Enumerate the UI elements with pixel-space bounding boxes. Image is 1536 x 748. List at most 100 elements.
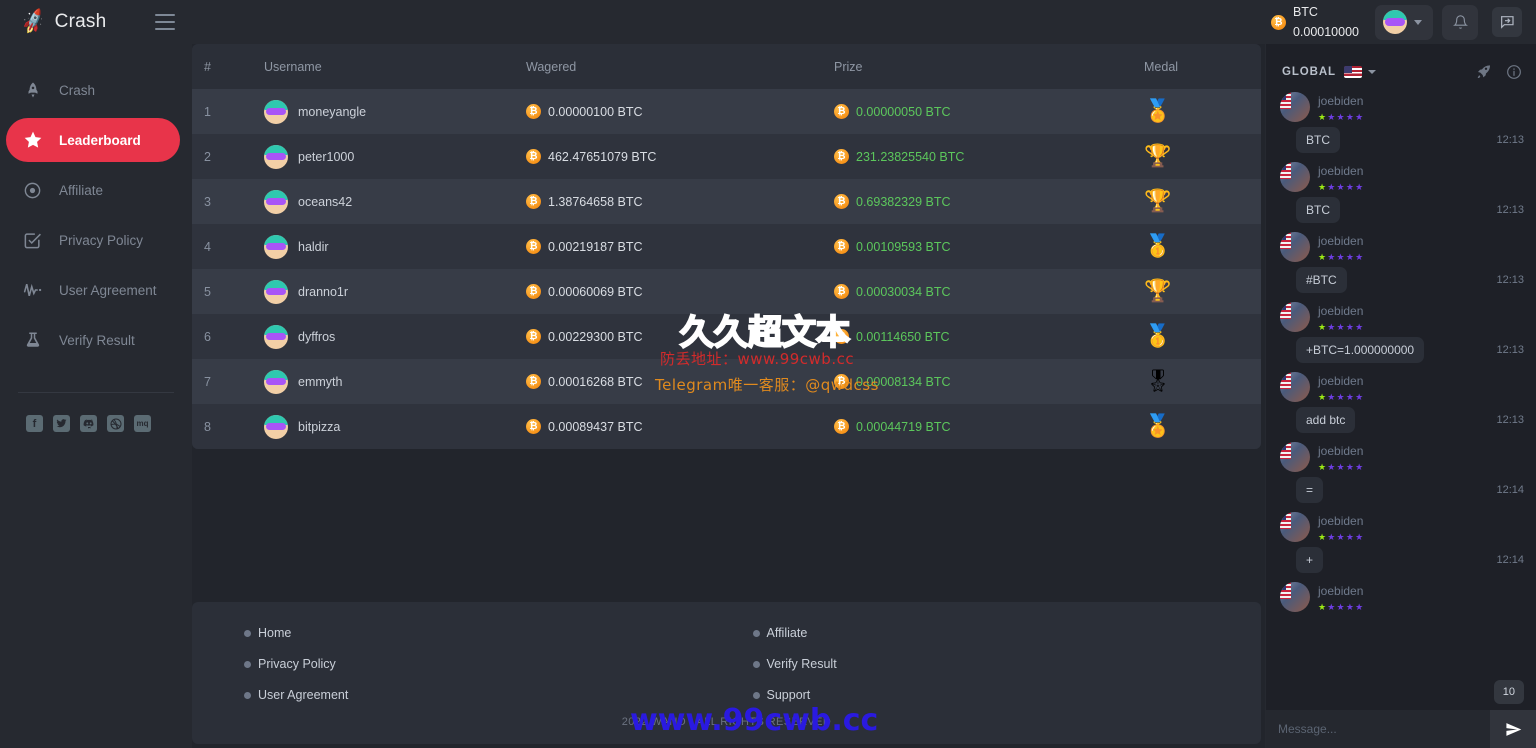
footer-link[interactable]: Support: [752, 688, 1262, 702]
chat-username[interactable]: joebiden: [1318, 374, 1363, 388]
chat-bubble: BTC: [1296, 127, 1340, 153]
chat-username[interactable]: joebiden: [1318, 234, 1363, 248]
sidebar-item-user-agreement[interactable]: User Agreement: [6, 268, 180, 312]
chat-username[interactable]: joebiden: [1318, 584, 1363, 598]
cell-rank: 6: [204, 329, 211, 344]
discord-icon[interactable]: [80, 415, 97, 432]
dribbble-icon[interactable]: [107, 415, 124, 432]
username-label: peter1000: [298, 149, 355, 164]
cell-prize: ₿ 0.69382329 BTC: [834, 179, 1144, 224]
bullet-icon: [752, 691, 760, 699]
twitter-icon[interactable]: [53, 415, 70, 432]
chat-message: joebiden ★★★★★ BTC 12:13: [1280, 162, 1524, 223]
avatar[interactable]: [1280, 442, 1310, 472]
chat-message-row: BTC 12:13: [1280, 197, 1524, 223]
cell-wagered: ₿ 1.38764658 BTC: [526, 179, 834, 224]
sidebar-item-crash[interactable]: Crash: [6, 68, 180, 112]
avatar[interactable]: [1280, 582, 1310, 612]
chat-input-bar: [1266, 710, 1536, 748]
chat-message: joebiden ★★★★★ BTC 12:13: [1280, 92, 1524, 153]
footer-link[interactable]: Home: [244, 626, 753, 640]
unread-badge[interactable]: 10: [1493, 680, 1524, 704]
table-row[interactable]: 1 moneyangle ₿ 0.00000100 BTC ₿ 0.00000050 BT…: [192, 89, 1261, 134]
table-row[interactable]: 7 emmyth ₿ 0.00016268 BTC ₿ 0.00008134 BTC 🎖: [192, 359, 1261, 404]
sidebar-item-verify-result[interactable]: Verify Result: [6, 318, 180, 362]
chat-username[interactable]: joebiden: [1318, 94, 1363, 108]
table-row[interactable]: 8 bitpizza ₿ 0.00089437 BTC ₿ 0.00044719 BTC 🏅: [192, 404, 1261, 449]
brand[interactable]: 🚀 Crash: [0, 8, 145, 36]
chat-bubble: +: [1296, 547, 1324, 573]
sidebar-item-label: Crash: [59, 82, 96, 98]
avatar: [264, 144, 288, 169]
avatar[interactable]: [1280, 92, 1310, 122]
footer-link[interactable]: User Agreement: [244, 688, 753, 702]
btc-coin-icon: ₿: [526, 374, 541, 389]
footer-link[interactable]: Verify Result: [752, 657, 1262, 671]
btc-coin-icon: ₿: [526, 194, 541, 209]
target-icon: [22, 180, 43, 201]
cell-rank: 7: [204, 374, 211, 389]
chat-username[interactable]: joebiden: [1318, 444, 1363, 458]
footer-link[interactable]: Affiliate: [752, 626, 1262, 640]
chat-message: joebiden ★★★★★ #BTC 12:13: [1280, 232, 1524, 293]
sidebar-item-privacy-policy[interactable]: Privacy Policy: [6, 218, 180, 262]
table-row[interactable]: 4 haldir ₿ 0.00219187 BTC ₿ 0.00109593 BTC 🥇: [192, 224, 1261, 269]
btc-coin-icon: ₿: [526, 149, 541, 164]
hamburger-icon[interactable]: [155, 14, 175, 30]
chat-message: joebiden ★★★★★: [1280, 582, 1524, 612]
medal-icon: 🏅: [1144, 413, 1172, 438]
cell-prize: ₿ 0.00114650 BTC: [834, 314, 1144, 359]
chat-message-row: add btc 12:13: [1280, 407, 1524, 433]
avatar[interactable]: [1280, 162, 1310, 192]
sidebar-item-affiliate[interactable]: Affiliate: [6, 168, 180, 212]
col-username: Username: [264, 44, 526, 89]
main-filler: [192, 449, 1261, 602]
medal-icon: 🏆: [1144, 278, 1172, 303]
chat-message-header: joebiden ★★★★★: [1280, 162, 1524, 192]
chat-username[interactable]: joebiden: [1318, 514, 1363, 528]
avatar[interactable]: [1280, 512, 1310, 542]
medal-icon: 🏆: [1144, 143, 1172, 168]
chat-username[interactable]: joebiden: [1318, 304, 1363, 318]
avatar[interactable]: [1280, 232, 1310, 262]
avatar[interactable]: [1280, 372, 1310, 402]
avatar[interactable]: [1280, 302, 1310, 332]
chevron-down-icon[interactable]: [1367, 70, 1376, 74]
notifications-button[interactable]: [1442, 4, 1478, 40]
btc-coin-icon: ₿: [526, 419, 541, 434]
chevron-down-icon: [1414, 19, 1422, 25]
btc-coin-icon: ₿: [834, 419, 849, 434]
footer-link[interactable]: Privacy Policy: [244, 657, 753, 671]
info-icon-button[interactable]: [1506, 64, 1522, 80]
table-row[interactable]: 6 dyffros ₿ 0.00229300 BTC ₿ 0.00114650 BTC 🥇: [192, 314, 1261, 359]
cell-prize: ₿ 0.00000050 BTC: [834, 89, 1144, 134]
table-row[interactable]: 2 peter1000 ₿ 462.47651079 BTC ₿ 231.23825540…: [192, 134, 1261, 179]
rocket-icon-button[interactable]: [1476, 64, 1492, 80]
chat-timestamp: 12:13: [1496, 414, 1524, 426]
user-rank-stars: ★★★★★: [1318, 111, 1365, 122]
table-row[interactable]: 5 dranno1r ₿ 0.00060069 BTC ₿ 0.00030034 BTC 🏆: [192, 269, 1261, 314]
table-row[interactable]: 3 oceans42 ₿ 1.38764658 BTC ₿ 0.69382329 BTC 🏆: [192, 179, 1261, 224]
chat-messages[interactable]: joebiden ★★★★★ BTC 12:13 joebiden ★★★★★ BTC 12:…: [1266, 86, 1536, 710]
bullet-icon: [244, 629, 251, 637]
chat-header: GLOBAL: [1266, 58, 1536, 86]
chat-toggle-icon: [1501, 16, 1514, 29]
mq-icon[interactable]: mq: [134, 415, 151, 432]
chat-toggle-button[interactable]: [1492, 7, 1522, 37]
sidebar-item-leaderboard[interactable]: Leaderboard: [6, 118, 180, 162]
cell-username: peter1000: [264, 134, 526, 179]
username-label: moneyangle: [298, 104, 367, 119]
cell-medal: 🏅: [1144, 404, 1261, 449]
chat-username[interactable]: joebiden: [1318, 164, 1363, 178]
message-input[interactable]: [1266, 710, 1490, 748]
flask-icon: [22, 330, 43, 351]
bullet-icon: [752, 629, 760, 637]
avatar: [264, 324, 288, 349]
us-flag-icon[interactable]: [1343, 66, 1362, 78]
send-button[interactable]: [1490, 710, 1536, 748]
account-menu-button[interactable]: [1375, 4, 1433, 40]
cell-wagered: ₿ 0.00060069 BTC: [526, 269, 834, 314]
balance-display[interactable]: ₿ BTC 0.00010000: [1270, 2, 1359, 42]
facebook-icon[interactable]: f: [26, 415, 43, 432]
bullet-icon: [752, 660, 760, 668]
